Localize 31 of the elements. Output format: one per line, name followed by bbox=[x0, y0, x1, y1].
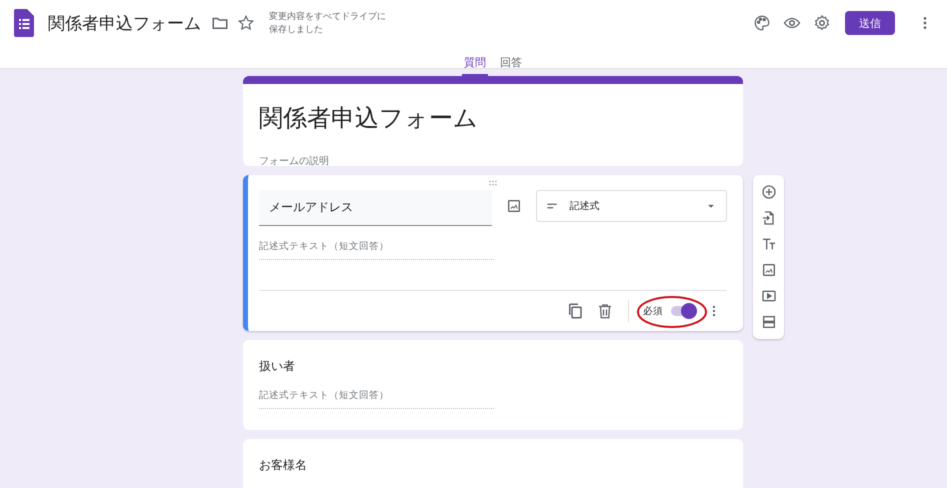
answer-field: 記述式テキスト（短文回答） bbox=[259, 389, 494, 409]
image-icon[interactable] bbox=[506, 198, 522, 214]
settings-icon[interactable] bbox=[813, 14, 831, 32]
form-title[interactable]: 関係者申込フォーム bbox=[259, 102, 727, 134]
save-status: 変更内容をすべてドライブに保存しました bbox=[269, 10, 387, 36]
text-size-icon[interactable] bbox=[760, 236, 776, 252]
copy-icon[interactable] bbox=[566, 302, 584, 320]
forms-logo-icon[interactable] bbox=[14, 9, 34, 37]
trash-icon[interactable] bbox=[596, 302, 614, 320]
image-icon[interactable] bbox=[760, 262, 776, 278]
question-card[interactable]: お客様名 bbox=[243, 439, 743, 488]
question-title: 扱い者 bbox=[259, 358, 296, 375]
document-title[interactable]: 関係者申込フォーム bbox=[48, 12, 201, 34]
tab[interactable]: 回答 bbox=[498, 52, 524, 77]
section-icon[interactable] bbox=[760, 314, 776, 330]
drag-handle-icon[interactable] bbox=[488, 178, 498, 188]
palette-icon[interactable] bbox=[753, 14, 771, 32]
question-card[interactable]: 扱い者 記述式テキスト（短文回答） bbox=[243, 340, 743, 430]
video-icon[interactable] bbox=[760, 288, 776, 304]
description-field[interactable]: フォームの説明 bbox=[259, 154, 727, 168]
highlight-ellipse bbox=[637, 296, 707, 328]
question-title: お客様名 bbox=[259, 457, 308, 474]
import-icon[interactable] bbox=[760, 210, 776, 226]
question-type-dropdown[interactable]: 記述式 bbox=[536, 190, 727, 222]
answer-field: 記述式テキスト（短文回答） bbox=[259, 240, 494, 260]
star-icon[interactable] bbox=[237, 14, 255, 32]
required-toggle[interactable] bbox=[671, 306, 695, 316]
add-circle-icon[interactable] bbox=[760, 184, 776, 200]
send-button[interactable]: 送信 bbox=[845, 11, 895, 35]
question-title-field[interactable]: メールアドレス bbox=[259, 190, 492, 226]
required-label: 必須 bbox=[643, 304, 663, 318]
